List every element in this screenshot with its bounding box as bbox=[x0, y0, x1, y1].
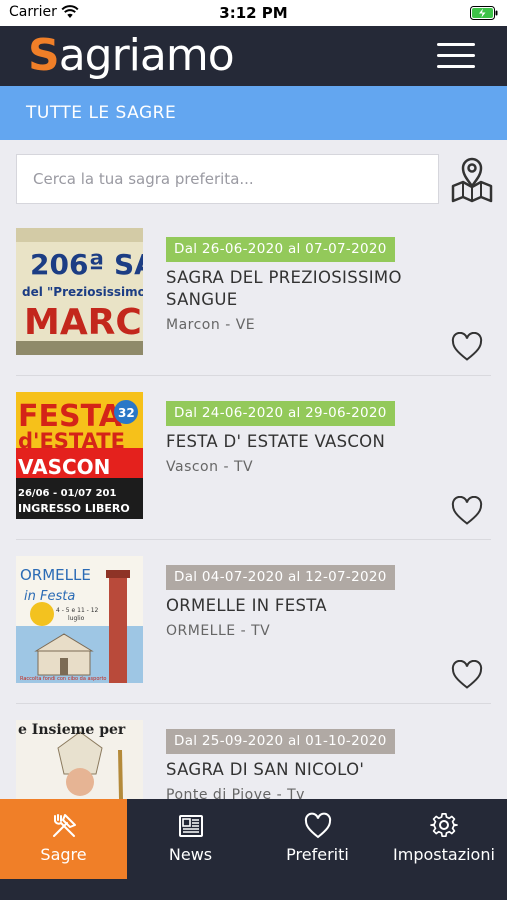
fork-knife-icon bbox=[52, 814, 76, 837]
tab-sagre[interactable]: Sagre bbox=[0, 799, 127, 879]
favorite-heart-icon[interactable] bbox=[451, 332, 483, 362]
favorite-heart-icon[interactable] bbox=[451, 660, 483, 690]
home-indicator-area bbox=[0, 879, 507, 900]
thumb-text: 32 bbox=[118, 406, 135, 420]
thumb-text: e Insieme per bbox=[18, 722, 126, 738]
tab-label: News bbox=[168, 845, 213, 864]
map-location-icon[interactable] bbox=[448, 156, 496, 204]
gear-icon bbox=[430, 813, 458, 838]
event-thumbnail: ORMELLE in Festa 4 - 5 e 11 - 12 luglio … bbox=[16, 556, 143, 683]
event-title: SAGRA DI SAN NICOLO' bbox=[166, 760, 365, 779]
event-card[interactable]: ORMELLE in Festa 4 - 5 e 11 - 12 luglio … bbox=[0, 540, 507, 704]
event-title: SAGRA DEL PREZIOSISSIMO SANGUE bbox=[166, 268, 402, 309]
event-list: 206ª SA del "Preziosissimo MARC Dal 26-0… bbox=[0, 212, 507, 799]
thumb-text: 4 - 5 e 11 - 12 bbox=[56, 607, 99, 614]
favorite-heart-icon[interactable] bbox=[451, 496, 483, 526]
tab-label: Sagre bbox=[40, 845, 87, 864]
thumb-text: 206ª SA bbox=[30, 248, 143, 281]
search-input[interactable] bbox=[16, 154, 439, 204]
event-date-badge: Dal 04-07-2020 al 12-07-2020 bbox=[166, 565, 395, 590]
tab-label: Preferiti bbox=[286, 845, 349, 864]
event-card[interactable]: 206ª SA del "Preziosissimo MARC Dal 26-0… bbox=[0, 212, 507, 376]
battery-charging-icon bbox=[470, 6, 498, 20]
thumb-text: del "Preziosissimo bbox=[22, 285, 143, 299]
app-header: Sagriamo bbox=[0, 26, 507, 86]
sagriamo-logo: Sagriamo bbox=[28, 30, 235, 81]
event-thumbnail: 206ª SA del "Preziosissimo MARC bbox=[16, 228, 143, 355]
event-location: ORMELLE - TV bbox=[166, 623, 271, 639]
status-time: 3:12 PM bbox=[219, 4, 288, 22]
menu-line-icon bbox=[437, 54, 475, 57]
event-date-badge: Dal 26-06-2020 al 07-07-2020 bbox=[166, 237, 395, 262]
tab-label: Impostazioni bbox=[393, 845, 495, 864]
event-card[interactable]: FESTA d'ESTATE 32 VASCON 26/06 - 01/07 2… bbox=[0, 376, 507, 540]
event-title: ORMELLE IN FESTA bbox=[166, 596, 327, 615]
thumb-text: VASCON bbox=[18, 455, 110, 479]
hamburger-menu-button[interactable] bbox=[437, 43, 475, 69]
section-bar: TUTTE LE SAGRE bbox=[0, 86, 507, 140]
event-location: Vascon - TV bbox=[166, 459, 254, 475]
newspaper-icon bbox=[178, 815, 203, 837]
tab-preferiti[interactable]: Preferiti bbox=[254, 799, 381, 879]
bottom-tab-bar: Sagre News Preferiti Impostazioni bbox=[0, 799, 507, 879]
event-thumbnail: e Insieme per bbox=[16, 720, 143, 799]
thumb-text: luglio bbox=[68, 615, 85, 622]
event-date-badge: Dal 25-09-2020 al 01-10-2020 bbox=[166, 729, 395, 754]
event-date-badge: Dal 24-06-2020 al 29-06-2020 bbox=[166, 401, 395, 426]
thumb-text: in Festa bbox=[24, 589, 75, 604]
thumb-text: INGRESSO LIBERO bbox=[18, 502, 130, 515]
heart-icon bbox=[304, 812, 331, 839]
event-title: FESTA D' ESTATE VASCON bbox=[166, 432, 386, 451]
search-row bbox=[0, 154, 507, 204]
tab-news[interactable]: News bbox=[127, 799, 254, 879]
tab-impostazioni[interactable]: Impostazioni bbox=[381, 799, 507, 879]
thumb-text: d'ESTATE bbox=[18, 429, 125, 453]
thumb-text: Raccolta fondi con cibo da asporto bbox=[20, 676, 106, 682]
menu-line-icon bbox=[437, 65, 475, 68]
event-location: Ponte di Piove - Tv bbox=[166, 787, 305, 799]
section-title: TUTTE LE SAGRE bbox=[26, 103, 177, 123]
thumb-text: ORMELLE bbox=[20, 566, 91, 584]
event-thumbnail: FESTA d'ESTATE 32 VASCON 26/06 - 01/07 2… bbox=[16, 392, 143, 519]
status-bar: Carrier 3:12 PM bbox=[0, 0, 507, 26]
event-card[interactable]: e Insieme per Dal 25-09-2020 al 01-10-20… bbox=[0, 704, 507, 799]
thumb-text: 26/06 - 01/07 201 bbox=[18, 488, 116, 499]
menu-line-icon bbox=[437, 43, 475, 46]
thumb-text: MARC bbox=[24, 302, 142, 343]
event-location: Marcon - VE bbox=[166, 317, 256, 333]
